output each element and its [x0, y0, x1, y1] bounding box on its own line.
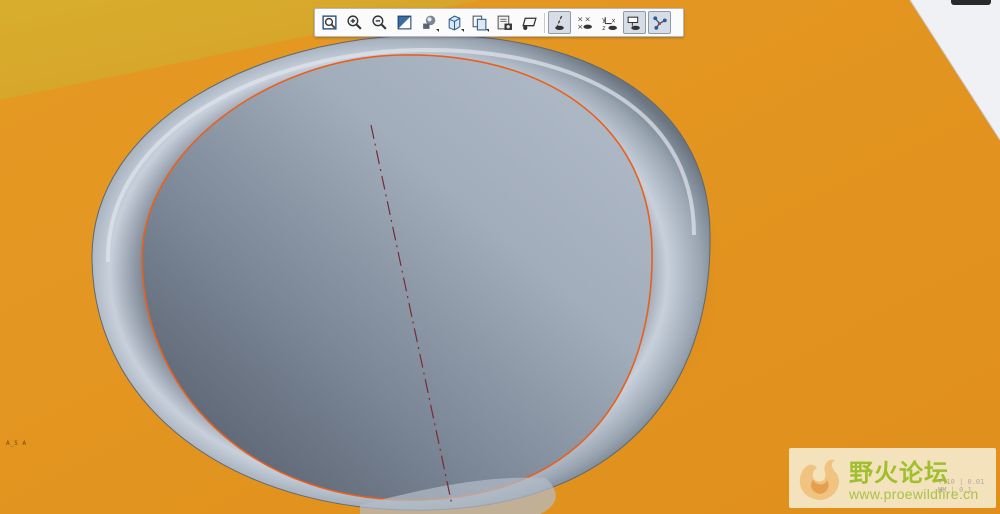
refit-icon	[322, 15, 337, 30]
spin-center-icon	[653, 16, 667, 30]
zoom-out-icon	[372, 15, 387, 30]
status-text: A_5 A	[6, 440, 27, 447]
repaint-button[interactable]	[393, 11, 416, 34]
spin-center-button[interactable]	[648, 11, 671, 34]
graphics-viewport[interactable]: × × × yxz A_5 A 野火论坛 www.proewildfire.cn T…	[0, 0, 1000, 514]
watermark-site-name: 野火论坛	[849, 458, 949, 487]
graphics-toolbar: × × × yxz	[314, 8, 684, 37]
axis-display-icon	[555, 15, 564, 30]
repaint-icon	[397, 15, 412, 30]
svg-text:×: ×	[577, 22, 583, 31]
csys-display-button[interactable]: yxz	[598, 11, 621, 34]
watermark-ghost-text: T:10 | 0.01 MM | 0.1	[938, 478, 985, 494]
perspective-view-icon	[497, 15, 512, 30]
refit-button[interactable]	[318, 11, 341, 34]
point-display-icon: × ××	[577, 14, 592, 31]
perspective-view-button[interactable]	[493, 11, 516, 34]
svg-text:×: ×	[585, 14, 591, 23]
toolbar-separator	[544, 12, 545, 33]
point-display-button[interactable]: × × ×	[573, 11, 596, 34]
zoom-out-button[interactable]	[368, 11, 391, 34]
svg-text:x: x	[612, 17, 616, 25]
zoom-in-icon	[347, 15, 362, 30]
flame-logo-icon	[799, 459, 839, 500]
view-manager-button[interactable]	[468, 11, 491, 34]
window-edge	[951, 0, 991, 5]
csys-display-icon: y xz	[602, 15, 617, 31]
model-scene[interactable]	[0, 0, 1000, 514]
saved-orientations-button[interactable]	[443, 11, 466, 34]
annotation-display-icon	[627, 16, 640, 30]
axis-display-button[interactable]	[548, 11, 571, 34]
plane-display-button[interactable]	[518, 11, 541, 34]
annotation-display-button[interactable]	[623, 11, 646, 34]
display-style-button[interactable]	[418, 11, 441, 34]
zoom-in-button[interactable]	[343, 11, 366, 34]
svg-text:z: z	[602, 24, 606, 31]
plane-display-icon	[522, 17, 537, 30]
